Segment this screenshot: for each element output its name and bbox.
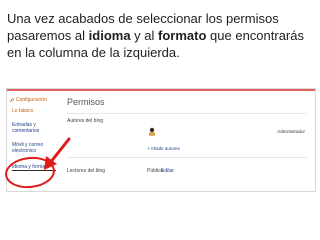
divider (67, 113, 307, 114)
sidebar-item-basics[interactable]: Lo básico (12, 108, 58, 114)
caption-bold-idioma: idioma (88, 28, 131, 43)
edit-readers-link[interactable]: Editar (161, 168, 174, 174)
caption-text: Una vez acabados de seleccionar los perm… (7, 10, 313, 61)
sidebar-header-label: Configuración (16, 97, 47, 103)
authors-label: Autores del blog (67, 118, 104, 124)
red-arrow-icon (44, 137, 71, 170)
permissions-panel: Permisos Autores del blog Administrador … (61, 91, 315, 191)
readers-label: Lectores del blog (67, 168, 106, 174)
sidebar-header[interactable]: Configuración (9, 97, 47, 103)
avatar (149, 127, 155, 136)
wrench-icon (9, 97, 14, 102)
sidebar-item-posts-comments[interactable]: Entradas y comentarios (12, 122, 58, 134)
caption-bold-formato: formato (158, 28, 207, 43)
caption-part-2: y al (130, 28, 159, 43)
admin-role-label: Administrador (277, 129, 305, 134)
add-authors-link[interactable]: + Añadir autores (147, 146, 180, 151)
page-title: Permisos (67, 97, 105, 107)
divider (67, 157, 307, 158)
